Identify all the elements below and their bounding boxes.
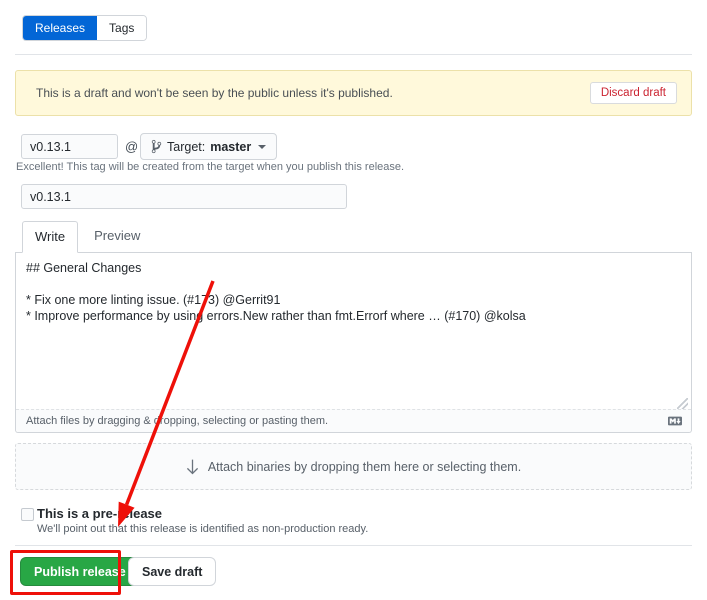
tag-helper-text: Excellent! This tag will be created from… <box>16 161 404 173</box>
attach-binaries-dropzone[interactable]: Attach binaries by dropping them here or… <box>15 443 692 490</box>
save-draft-button[interactable]: Save draft <box>128 557 216 586</box>
release-body-textarea[interactable]: ## General Changes * Fix one more lintin… <box>16 253 691 409</box>
attach-files-hint: Attach files by dragging & dropping, sel… <box>26 415 667 427</box>
prerelease-note: We'll point out that this release is ide… <box>37 523 368 535</box>
tab-write[interactable]: Write <box>22 221 78 253</box>
draft-banner: This is a draft and won't be seen by the… <box>15 70 692 116</box>
prerelease-checkbox[interactable] <box>21 508 34 521</box>
header-divider <box>15 54 692 55</box>
at-symbol: @ <box>125 139 138 154</box>
footer-divider <box>15 545 692 546</box>
git-branch-icon <box>151 139 162 154</box>
tab-releases[interactable]: Releases <box>23 16 97 40</box>
tag-name-input[interactable] <box>21 134 118 159</box>
tab-preview[interactable]: Preview <box>83 221 151 252</box>
attach-binaries-hint: Attach binaries by dropping them here or… <box>208 460 521 474</box>
discard-draft-button[interactable]: Discard draft <box>590 82 677 104</box>
editor-tab-bar: Write Preview <box>15 222 692 253</box>
release-body-editor: ## General Changes * Fix one more lintin… <box>15 253 692 433</box>
release-edit-page: Releases Tags This is a draft and won't … <box>0 0 707 600</box>
publish-release-button[interactable]: Publish release <box>20 557 140 586</box>
attach-files-bar[interactable]: Attach files by dragging & dropping, sel… <box>16 409 691 432</box>
tab-tags[interactable]: Tags <box>97 16 146 40</box>
target-branch-dropdown[interactable]: Target: master <box>140 133 277 160</box>
resize-grip[interactable] <box>677 398 688 409</box>
markdown-icon[interactable] <box>667 414 683 428</box>
target-prefix-label: Target: <box>167 140 205 154</box>
prerelease-label[interactable]: This is a pre-release <box>37 506 162 521</box>
down-arrow-icon <box>186 458 199 476</box>
release-title-input[interactable] <box>21 184 347 209</box>
releases-tags-switch: Releases Tags <box>22 15 147 41</box>
target-branch-name: master <box>210 140 251 154</box>
dropdown-caret-icon <box>258 145 266 149</box>
draft-banner-text: This is a draft and won't be seen by the… <box>36 86 590 100</box>
